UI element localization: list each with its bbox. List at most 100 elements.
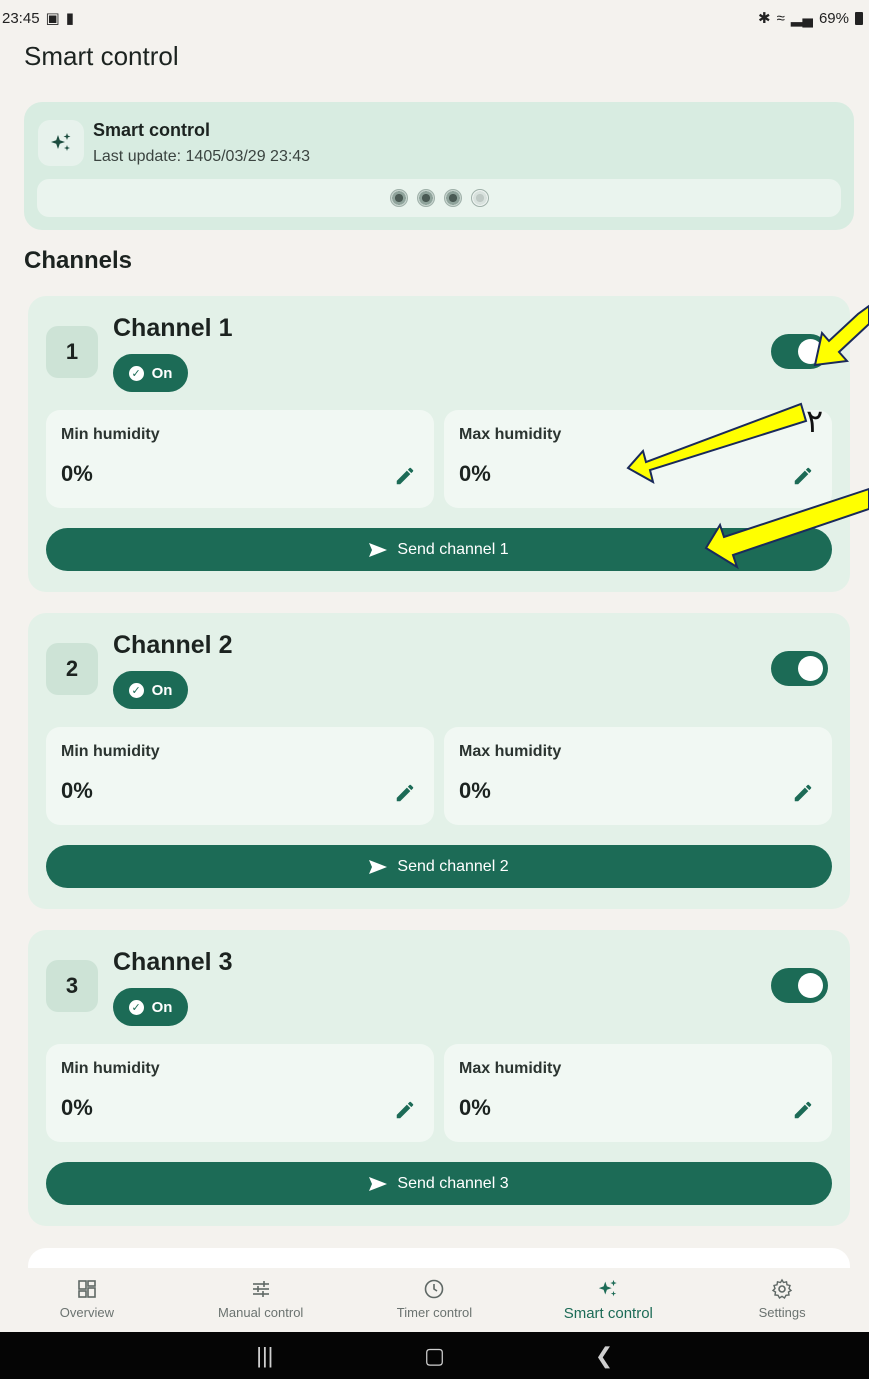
edit-pencil-icon[interactable] — [394, 465, 416, 487]
send-button-label: Send channel 3 — [397, 1174, 509, 1192]
channel-number-badge: 2 — [46, 643, 98, 695]
channel-title: Channel 3 — [113, 948, 233, 976]
channel-toggle[interactable] — [771, 651, 828, 686]
send-icon — [369, 1176, 388, 1191]
channel-card: 2 Channel 2 ✓ On Min humidity 0% Max hum… — [28, 613, 850, 909]
channel-status-label: On — [151, 998, 173, 1016]
battery-level: 69% — [818, 9, 849, 27]
send-channel-button[interactable]: Send channel 3 — [46, 1162, 832, 1205]
sparkle-icon — [599, 1279, 617, 1297]
max-humidity-field[interactable]: Max humidity 0% — [444, 1044, 832, 1142]
edit-pencil-icon[interactable] — [792, 1099, 814, 1121]
nav-label: Manual control — [218, 1305, 304, 1320]
clock-icon — [425, 1279, 444, 1299]
max-humidity-field[interactable]: Max humidity 0% — [444, 410, 832, 508]
min-humidity-label: Min humidity — [61, 426, 160, 443]
channel-status-badge: ✓ On — [113, 671, 188, 709]
send-icon — [369, 542, 388, 557]
home-icon[interactable]: ▢ — [419, 1343, 449, 1369]
min-humidity-field[interactable]: Min humidity 0% — [46, 727, 434, 825]
status-left: 23:45 ▣ ▮ — [2, 9, 74, 28]
status-indicator-bar — [37, 179, 841, 217]
channel-card: 1 Channel 1 ✓ On Min humidity 0% Max hum… — [28, 296, 850, 592]
channel-number-badge: 1 — [46, 326, 98, 378]
max-humidity-field[interactable]: Max humidity 0% — [444, 727, 832, 825]
check-circle-icon: ✓ — [128, 365, 144, 381]
send-icon — [369, 859, 388, 874]
channels-section-title: Channels — [24, 247, 133, 274]
status-time: 23:45 — [2, 9, 40, 27]
indicator-dot — [443, 189, 462, 207]
wifi-icon: ≈ — [776, 9, 785, 27]
min-humidity-label: Min humidity — [61, 1060, 160, 1077]
signal-icon: ▂▄ — [790, 10, 813, 27]
toggle-knob — [798, 656, 823, 681]
min-humidity-field[interactable]: Min humidity 0% — [46, 410, 434, 508]
channel-toggle[interactable] — [771, 968, 828, 1003]
nav-item-overview[interactable]: Overview — [0, 1268, 174, 1332]
max-humidity-label: Max humidity — [459, 1060, 562, 1077]
min-humidity-value: 0% — [61, 461, 93, 486]
toggle-knob — [798, 973, 823, 998]
max-humidity-value: 0% — [459, 778, 491, 803]
edit-pencil-icon[interactable] — [394, 1099, 416, 1121]
channel-status-badge: ✓ On — [113, 988, 188, 1026]
send-button-label: Send channel 2 — [397, 857, 509, 875]
min-humidity-value: 0% — [61, 778, 93, 803]
check-circle-icon: ✓ — [128, 682, 144, 698]
edit-pencil-icon[interactable] — [792, 782, 814, 804]
check-circle-icon: ✓ — [128, 999, 144, 1015]
channel-title: Channel 2 — [113, 631, 233, 659]
annotation-digit: ٢ — [806, 402, 824, 440]
indicator-dot — [470, 189, 489, 207]
gallery-icon: ▣ — [45, 10, 60, 27]
bottom-navigation: Overview Manual control Timer control Sm… — [0, 1268, 869, 1332]
channel-number-badge: 3 — [46, 960, 98, 1012]
status-right: ✱ ≈ ▂▄ 69% — [758, 9, 863, 27]
bluetooth-icon: ✱ — [757, 10, 771, 27]
nav-item-timer-control[interactable]: Timer control — [348, 1268, 522, 1332]
recent-apps-icon[interactable]: ||| — [250, 1343, 280, 1369]
dashboard-icon — [78, 1280, 96, 1298]
last-update-text: Last update: 1405/03/29 23:43 — [93, 148, 311, 165]
page-title: Smart control — [24, 41, 179, 71]
nav-label: Settings — [758, 1305, 806, 1320]
sliders-icon — [252, 1281, 269, 1297]
toggle-knob — [798, 339, 823, 364]
status-bar: 23:45 ▣ ▮ ✱ ≈ ▂▄ 69% — [0, 0, 869, 36]
back-icon[interactable]: ❮ — [589, 1343, 619, 1369]
channel-status-label: On — [151, 364, 173, 382]
channel-status-label: On — [151, 681, 173, 699]
system-navigation-bar: ||| ▢ ❮ — [0, 1332, 869, 1379]
max-humidity-value: 0% — [459, 461, 491, 486]
smart-control-header-card: Smart control Last update: 1405/03/29 23… — [24, 102, 854, 230]
indicator-dot — [389, 189, 408, 207]
nav-item-smart-control[interactable]: Smart control — [521, 1268, 695, 1332]
nav-item-settings[interactable]: Settings — [695, 1268, 869, 1332]
indicator-dot — [416, 189, 435, 207]
send-channel-button[interactable]: Send channel 2 — [46, 845, 832, 888]
nav-item-manual-control[interactable]: Manual control — [174, 1268, 348, 1332]
nav-label: Overview — [59, 1305, 114, 1320]
min-humidity-value: 0% — [61, 1095, 93, 1120]
max-humidity-label: Max humidity — [459, 743, 562, 760]
nav-label: Timer control — [396, 1305, 473, 1320]
nav-label: Smart control — [563, 1305, 653, 1322]
send-channel-button[interactable]: Send channel 1 — [46, 528, 832, 571]
edit-pencil-icon[interactable] — [394, 782, 416, 804]
channel-toggle[interactable] — [771, 334, 828, 369]
min-humidity-field[interactable]: Min humidity 0% — [46, 1044, 434, 1142]
send-button-label: Send channel 1 — [397, 540, 509, 558]
edit-pencil-icon[interactable] — [792, 465, 814, 487]
message-icon: ▮ — [65, 10, 74, 27]
channel-card: 3 Channel 3 ✓ On Min humidity 0% Max hum… — [28, 930, 850, 1226]
gear-icon — [771, 1278, 793, 1300]
sparkle-icon — [38, 120, 84, 166]
max-humidity-label: Max humidity — [459, 426, 562, 443]
max-humidity-value: 0% — [459, 1095, 491, 1120]
min-humidity-label: Min humidity — [61, 743, 160, 760]
battery-icon — [855, 11, 863, 25]
channel-status-badge: ✓ On — [113, 354, 188, 392]
header-card-title: Smart control — [93, 120, 211, 140]
channel-title: Channel 1 — [113, 314, 233, 342]
